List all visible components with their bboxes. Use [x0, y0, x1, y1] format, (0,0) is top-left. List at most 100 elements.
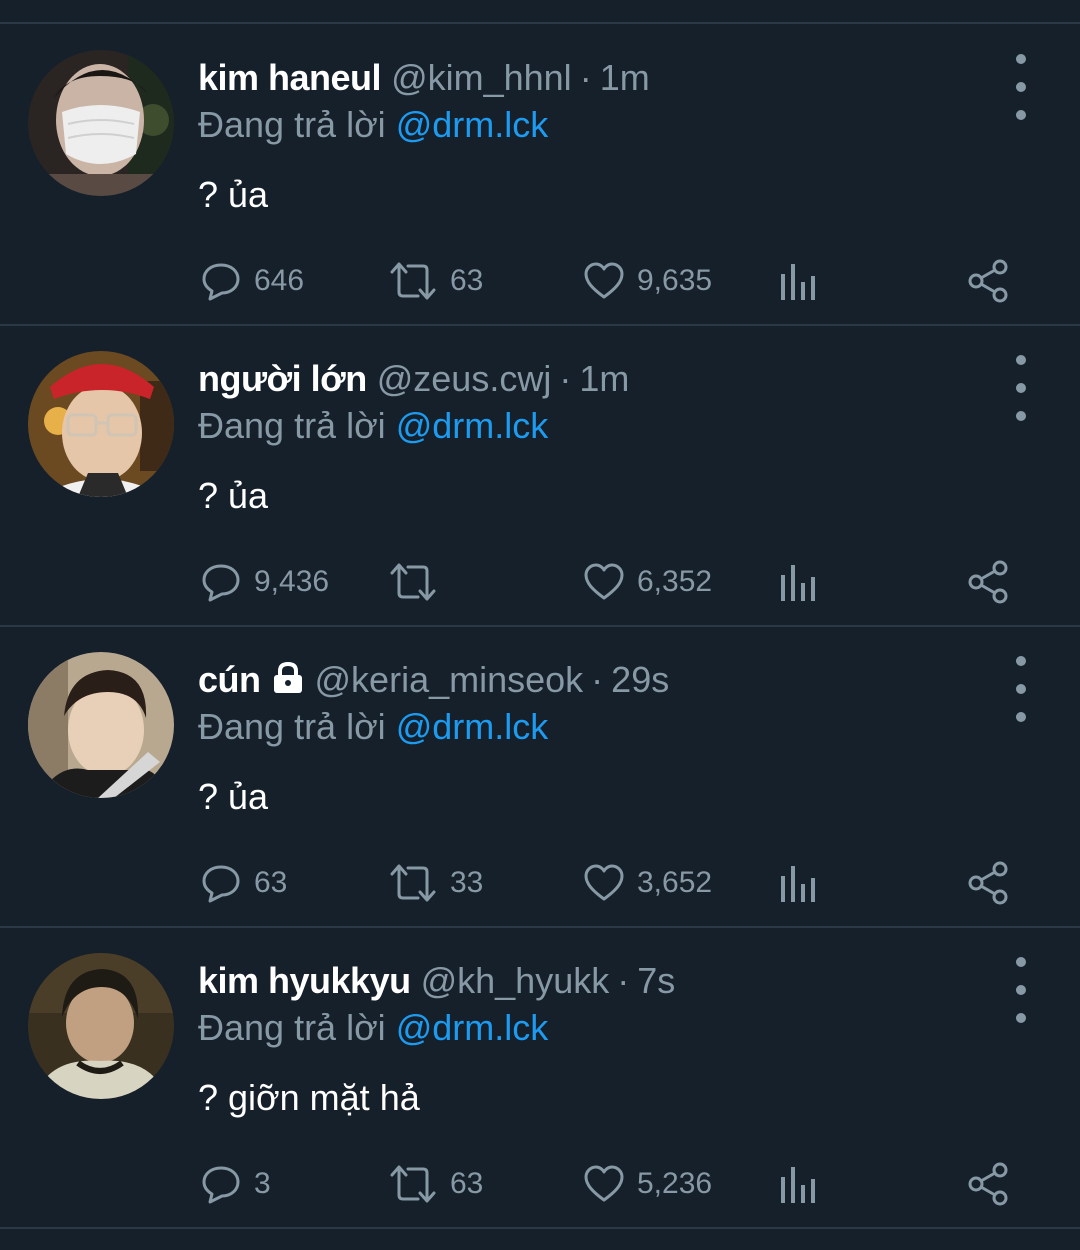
reply-context: Đang trả lời @drm.lck — [198, 405, 548, 447]
stats-button[interactable] — [778, 256, 818, 306]
reply-icon — [202, 263, 240, 301]
share-button[interactable] — [966, 1159, 1012, 1209]
stats-icon — [781, 1167, 815, 1203]
reply-prefix: Đang trả lời — [198, 104, 386, 145]
reply-mention-link[interactable]: @drm.lck — [396, 405, 549, 446]
retweet-icon — [390, 864, 436, 902]
like-count: 3,652 — [637, 866, 713, 899]
tweet-text: ? ủa — [198, 174, 269, 215]
tweet-header: kim hyukkyu @kh_hyukk · 7s — [198, 960, 675, 1010]
separator: · — [559, 358, 572, 399]
like-count: 5,236 — [637, 1167, 713, 1200]
stats-button[interactable] — [778, 858, 818, 908]
reply-count: 63 — [254, 866, 288, 899]
like-button[interactable]: 3,652 — [583, 858, 712, 908]
user-handle[interactable]: @kh_hyukk — [421, 960, 610, 1002]
user-handle[interactable]: @keria_minseok — [315, 659, 584, 701]
reply-prefix: Đang trả lời — [198, 706, 386, 747]
share-button[interactable] — [966, 256, 1012, 306]
like-count: 6,352 — [637, 565, 713, 598]
reply-button[interactable]: 63 — [200, 858, 287, 908]
more-options-icon[interactable] — [1006, 54, 1036, 120]
stats-button[interactable] — [778, 557, 818, 607]
tweet-header: cún @keria_minseok · 29s — [198, 659, 669, 709]
more-options-icon[interactable] — [1006, 355, 1036, 421]
stats-button[interactable] — [778, 1159, 818, 1209]
like-button[interactable]: 6,352 — [583, 557, 712, 607]
action-bar: 9,436 6,352 — [0, 557, 1080, 607]
stats-icon — [781, 866, 815, 902]
user-handle[interactable]: @kim_hhnl — [391, 57, 572, 99]
reply-context: Đang trả lời @drm.lck — [198, 706, 548, 748]
separator: · — [617, 960, 630, 1001]
reply-count: 3 — [254, 1167, 271, 1200]
retweet-button[interactable]: 63 — [388, 256, 483, 306]
heart-icon — [584, 864, 624, 901]
share-icon — [968, 259, 1008, 303]
action-bar: 63 33 3,652 — [0, 858, 1080, 908]
retweet-icon — [390, 1165, 436, 1203]
reply-icon — [202, 564, 240, 602]
avatar[interactable] — [28, 50, 174, 196]
share-icon — [968, 861, 1008, 905]
reply-mention-link[interactable]: @drm.lck — [396, 706, 549, 747]
reply-prefix: Đang trả lời — [198, 405, 386, 446]
stats-icon — [781, 264, 815, 300]
stats-icon — [781, 565, 815, 601]
more-options-icon[interactable] — [1006, 656, 1036, 722]
timestamp[interactable]: 1m — [579, 358, 629, 400]
share-button[interactable] — [966, 858, 1012, 908]
retweet-button[interactable]: 33 — [388, 858, 483, 908]
heart-icon — [584, 563, 624, 600]
reply-context: Đang trả lời @drm.lck — [198, 1007, 548, 1049]
tweet[interactable]: kim hyukkyu @kh_hyukk · 7s Đang trả lời @… — [0, 927, 1080, 1227]
tweet[interactable]: người lớn @zeus.cwj · 1m Đang trả lời @dr… — [0, 325, 1080, 625]
retweet-count: 63 — [450, 1167, 484, 1200]
like-button[interactable]: 5,236 — [583, 1159, 712, 1209]
display-name[interactable]: người lớn — [198, 358, 367, 400]
display-name[interactable]: kim hyukkyu — [198, 960, 411, 1002]
reply-button[interactable]: 3 — [200, 1159, 271, 1209]
timestamp[interactable]: 7s — [637, 960, 675, 1002]
action-bar: 646 63 9,635 — [0, 256, 1080, 306]
reply-button[interactable]: 9,436 — [200, 557, 329, 607]
retweet-button[interactable] — [388, 557, 450, 607]
tweet-header: người lớn @zeus.cwj · 1m — [198, 358, 629, 408]
retweet-button[interactable]: 63 — [388, 1159, 483, 1209]
reply-icon — [202, 1166, 240, 1204]
share-button[interactable] — [966, 557, 1012, 607]
tweet-header: kim haneul @kim_hhnl · 1m — [198, 57, 650, 107]
avatar[interactable] — [28, 351, 174, 497]
reply-prefix: Đang trả lời — [198, 1007, 386, 1048]
separator: · — [579, 57, 592, 98]
timestamp[interactable]: 1m — [600, 57, 650, 99]
retweet-count: 63 — [450, 264, 484, 297]
retweet-count: 33 — [450, 866, 484, 899]
action-bar: 3 63 5,236 — [0, 1159, 1080, 1209]
user-handle[interactable]: @zeus.cwj — [377, 358, 552, 400]
display-name[interactable]: cún — [198, 659, 261, 701]
share-icon — [968, 560, 1008, 604]
reply-mention-link[interactable]: @drm.lck — [396, 104, 549, 145]
tweet[interactable]: cún @keria_minseok · 29s Đang trả lời @dr… — [0, 626, 1080, 926]
more-options-icon[interactable] — [1006, 957, 1036, 1023]
heart-icon — [584, 262, 624, 299]
timestamp[interactable]: 29s — [611, 659, 669, 701]
avatar[interactable] — [28, 953, 174, 1099]
reply-button[interactable]: 646 — [200, 256, 304, 306]
share-icon — [968, 1162, 1008, 1206]
reply-count: 646 — [254, 264, 305, 297]
lock-icon — [271, 661, 305, 693]
separator: · — [591, 659, 604, 700]
tweet[interactable]: kim haneul @kim_hhnl · 1m Đang trả lời @d… — [0, 24, 1080, 324]
retweet-icon — [390, 262, 436, 300]
reply-mention-link[interactable]: @drm.lck — [396, 1007, 549, 1048]
like-button[interactable]: 9,635 — [583, 256, 712, 306]
like-count: 9,635 — [637, 264, 713, 297]
tweet-text: ? ủa — [198, 776, 269, 817]
display-name[interactable]: kim haneul — [198, 57, 382, 99]
reply-count: 9,436 — [254, 565, 330, 598]
tweet-feed: kim haneul @kim_hhnl · 1m Đang trả lời @d… — [0, 0, 1080, 1250]
avatar[interactable] — [28, 652, 174, 798]
heart-icon — [584, 1165, 624, 1202]
